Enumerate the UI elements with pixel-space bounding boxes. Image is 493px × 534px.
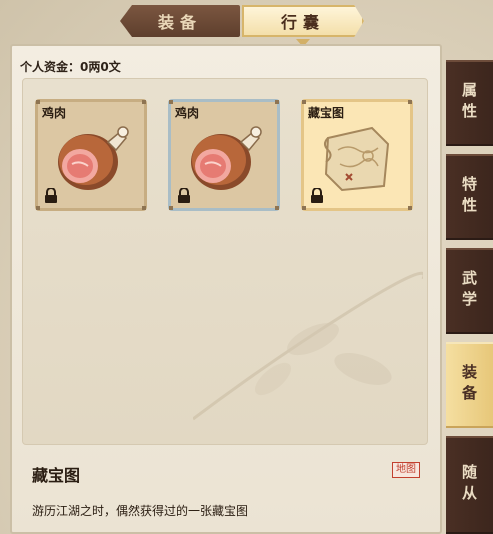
personal-funds: 个人资金：0两0文: [20, 60, 121, 74]
item-grid: 鸡肉 鸡肉 藏宝图: [22, 78, 428, 445]
ham-icon: [58, 126, 129, 190]
item-slot-1[interactable]: 鸡肉: [35, 99, 147, 211]
ham-icon: [191, 126, 262, 190]
tab-equip[interactable]: 装备: [120, 5, 240, 37]
side-tab-martial-arts[interactable]: 武学: [446, 248, 493, 334]
inventory-panel: 个人资金：0两0文 鸡肉 鸡肉 藏宝图 藏宝图 地图 游历江湖之时，偶然获得过的…: [10, 44, 442, 534]
lock-icon: [178, 188, 190, 203]
treasure-map-icon: [324, 126, 390, 192]
lock-icon: [45, 188, 57, 203]
side-menu: 属性 特性 武学 装备 随从: [446, 60, 493, 534]
side-tab-equipment[interactable]: 装备: [446, 342, 493, 428]
item-detail-description: 游历江湖之时，偶然获得过的一张藏宝图: [32, 504, 249, 518]
side-tab-followers[interactable]: 随从: [446, 436, 493, 534]
top-tabs: 装备 行囊: [120, 5, 370, 47]
side-tab-attributes[interactable]: 属性: [446, 60, 493, 146]
item-slot-2[interactable]: 鸡肉: [168, 99, 280, 211]
item-slot-3[interactable]: 藏宝图: [301, 99, 413, 211]
ink-branch-decoration: [193, 271, 423, 421]
tab-bag[interactable]: 行囊: [242, 5, 364, 37]
item-detail-title: 藏宝图: [32, 466, 81, 485]
lock-icon: [311, 188, 323, 203]
item-category-tag: 地图: [392, 462, 420, 478]
side-tab-traits[interactable]: 特性: [446, 154, 493, 240]
